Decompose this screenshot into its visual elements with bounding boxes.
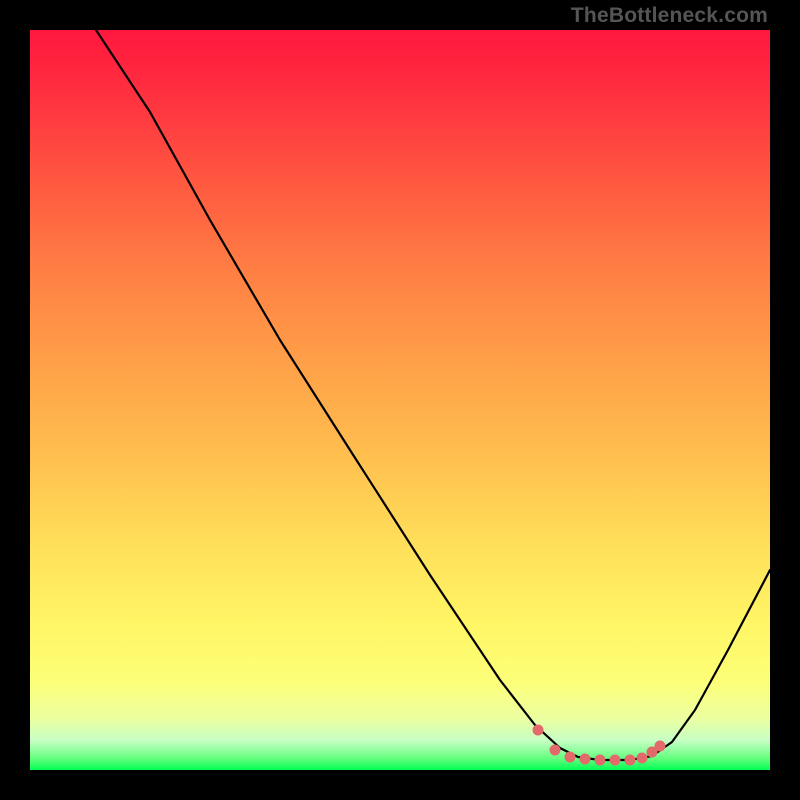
chart-frame: TheBottleneck.com	[0, 0, 800, 800]
bottom-marker	[637, 753, 648, 764]
bottom-marker	[580, 754, 591, 765]
bottleneck-curve	[96, 30, 770, 760]
curve-layer	[30, 30, 770, 770]
bottom-marker-group	[533, 725, 666, 766]
bottom-marker	[655, 741, 666, 752]
plot-area	[30, 30, 770, 770]
bottom-marker	[550, 745, 561, 756]
attribution-text: TheBottleneck.com	[571, 4, 768, 28]
bottom-marker	[533, 725, 544, 736]
bottom-marker	[565, 752, 576, 763]
bottom-marker	[625, 755, 636, 766]
bottom-marker	[595, 755, 606, 766]
bottom-marker	[610, 755, 621, 766]
